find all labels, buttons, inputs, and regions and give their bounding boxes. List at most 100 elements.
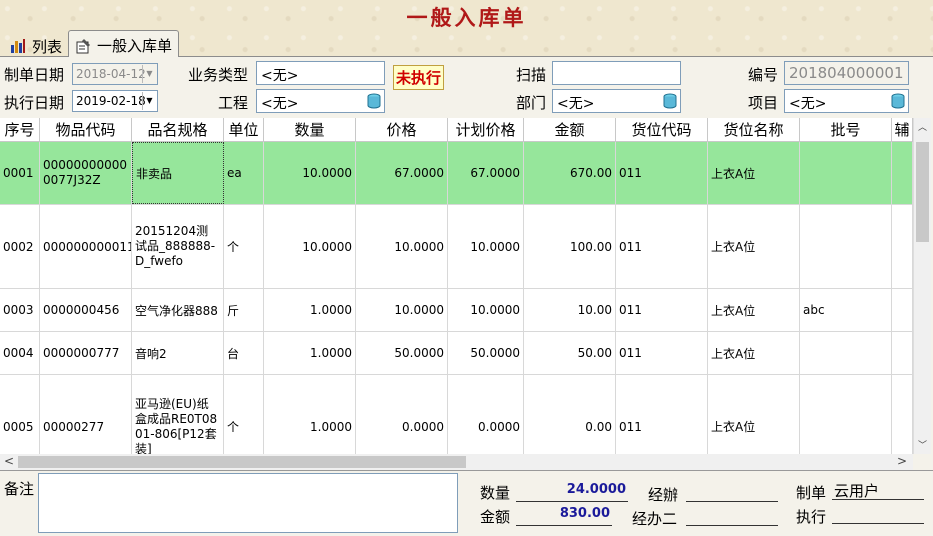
tab-bar: 列表 一般入库单 — [0, 30, 933, 58]
header-seq[interactable]: 序号 — [0, 118, 40, 142]
cell-name[interactable]: 非卖品 — [132, 142, 224, 204]
handler2-label: 经办二 — [632, 510, 678, 528]
cell-seq: 0004 — [0, 332, 40, 374]
cell-batch — [800, 142, 892, 204]
header-plan-price[interactable]: 计划价格 — [448, 118, 524, 142]
cell-loc-name: 上衣A位 — [708, 289, 800, 331]
horizontal-scrollbar[interactable]: < > — [0, 454, 913, 470]
tab-list-label: 列表 — [32, 37, 63, 56]
cell-plan-price: 10.0000 — [448, 205, 524, 288]
cell-name: 音响2 — [132, 332, 224, 374]
item-value: <无> — [789, 96, 827, 112]
header-loc-name[interactable]: 货位名称 — [708, 118, 800, 142]
header-loc-code[interactable]: 货位代码 — [616, 118, 708, 142]
vertical-scroll-thumb[interactable] — [916, 142, 929, 242]
header-qty[interactable]: 数量 — [264, 118, 356, 142]
handler-label: 经辦 — [648, 486, 679, 504]
cell-loc-name: 上衣A位 — [708, 375, 800, 454]
cell-name: 20151204测试品_888888-D_fwefo — [132, 205, 224, 288]
exec-field — [832, 504, 924, 524]
vertical-scrollbar[interactable]: ︿ ﹀ — [913, 118, 931, 454]
cell-loc-code: 011 — [616, 375, 708, 454]
header-amount[interactable]: 金额 — [524, 118, 616, 142]
items-grid[interactable]: 序号 物品代码 品名规格 单位 数量 价格 计划价格 金额 货位代码 货位名称 … — [0, 118, 913, 454]
project-field[interactable]: <无> — [256, 89, 385, 113]
cell-aux — [892, 375, 913, 454]
number-field: 201804000001 — [784, 61, 909, 85]
biz-type-field[interactable]: <无> — [256, 61, 385, 85]
notes-label: 备注 — [4, 480, 35, 498]
header-aux[interactable]: 辅 — [892, 118, 913, 142]
scroll-left-icon[interactable]: < — [4, 454, 14, 468]
header-batch[interactable]: 批号 — [800, 118, 892, 142]
chevron-down-icon[interactable]: ▼ — [142, 92, 156, 110]
cell-aux — [892, 332, 913, 374]
scan-input[interactable] — [552, 61, 681, 85]
cell-unit: ea — [224, 142, 264, 204]
header-code[interactable]: 物品代码 — [40, 118, 132, 142]
cell-plan-price: 50.0000 — [448, 332, 524, 374]
tab-list[interactable]: 列表 — [4, 32, 68, 57]
make-date-field: 2018-04-12 ▼ — [72, 63, 158, 85]
bar-chart-icon — [11, 39, 25, 53]
project-value: <无> — [261, 96, 299, 112]
dept-label: 部门 — [516, 94, 547, 112]
cell-plan-price: 0.0000 — [448, 375, 524, 454]
table-row[interactable]: 0004 0000000777 音响2 台 1.0000 50.0000 50.… — [0, 332, 913, 375]
cell-seq: 0002 — [0, 205, 40, 288]
cell-loc-name: 上衣A位 — [708, 332, 800, 374]
cell-aux — [892, 205, 913, 288]
dept-field[interactable]: <无> — [552, 89, 681, 113]
database-lookup-icon[interactable] — [891, 93, 905, 109]
cell-aux — [892, 142, 913, 204]
database-lookup-icon[interactable] — [367, 93, 381, 109]
horizontal-scroll-thumb[interactable] — [18, 456, 466, 468]
cell-code: 0000000777 — [40, 332, 132, 374]
cell-code: 00000277 — [40, 375, 132, 454]
scan-label: 扫描 — [516, 66, 547, 84]
table-row[interactable]: 0002 000000000011 20151204测试品_888888-D_f… — [0, 205, 913, 289]
chevron-down-icon: ▼ — [142, 65, 156, 83]
cell-price: 67.0000 — [356, 142, 448, 204]
cell-code: 000000000011 — [40, 205, 132, 288]
cell-name: 亚马逊(EU)纸盒成品RE0T0801-806[P12套装] — [132, 375, 224, 454]
maker-field: 云用户 — [832, 480, 924, 500]
handler-field[interactable] — [686, 482, 778, 502]
scroll-right-icon[interactable]: > — [897, 454, 907, 468]
cell-batch — [800, 375, 892, 454]
notes-input[interactable] — [38, 473, 458, 533]
cell-code: 000000000000077J32Z — [40, 142, 132, 204]
cell-loc-code: 011 — [616, 142, 708, 204]
cell-amount: 670.00 — [524, 142, 616, 204]
cell-unit: 个 — [224, 205, 264, 288]
handler2-field[interactable] — [686, 506, 778, 526]
scroll-down-icon[interactable]: ﹀ — [918, 438, 927, 451]
table-row[interactable]: 0001 000000000000077J32Z 非卖品 ea 10.0000 … — [0, 142, 913, 205]
project-label: 工程 — [218, 94, 249, 112]
cell-plan-price: 10.0000 — [448, 289, 524, 331]
make-date-value: 2018-04-12 — [76, 67, 146, 81]
table-row[interactable]: 0005 00000277 亚马逊(EU)纸盒成品RE0T0801-806[P1… — [0, 375, 913, 454]
page-title: 一般入库单 — [406, 5, 527, 30]
biz-type-label: 业务类型 — [188, 66, 249, 84]
cell-amount: 100.00 — [524, 205, 616, 288]
scroll-up-icon[interactable]: ︿ — [918, 120, 927, 133]
exec-date-label: 执行日期 — [4, 94, 65, 112]
header-unit[interactable]: 单位 — [224, 118, 264, 142]
cell-qty: 10.0000 — [264, 142, 356, 204]
tab-inbound-form[interactable]: 一般入库单 — [68, 30, 180, 58]
cell-qty: 10.0000 — [264, 205, 356, 288]
cell-price: 10.0000 — [356, 205, 448, 288]
exec-date-picker[interactable]: 2019-02-18 ▼ — [72, 90, 158, 112]
header-name[interactable]: 品名规格 — [132, 118, 224, 142]
item-field[interactable]: <无> — [784, 89, 909, 113]
cell-batch — [800, 205, 892, 288]
exec-label: 执行 — [796, 508, 827, 526]
total-qty-label: 数量 — [480, 484, 511, 502]
cell-amount: 0.00 — [524, 375, 616, 454]
table-row[interactable]: 0003 0000000456 空气净化器888 斤 1.0000 10.000… — [0, 289, 913, 332]
cell-loc-name: 上衣A位 — [708, 142, 800, 204]
database-lookup-icon[interactable] — [663, 93, 677, 109]
header-price[interactable]: 价格 — [356, 118, 448, 142]
total-amount-label: 金额 — [480, 508, 511, 526]
